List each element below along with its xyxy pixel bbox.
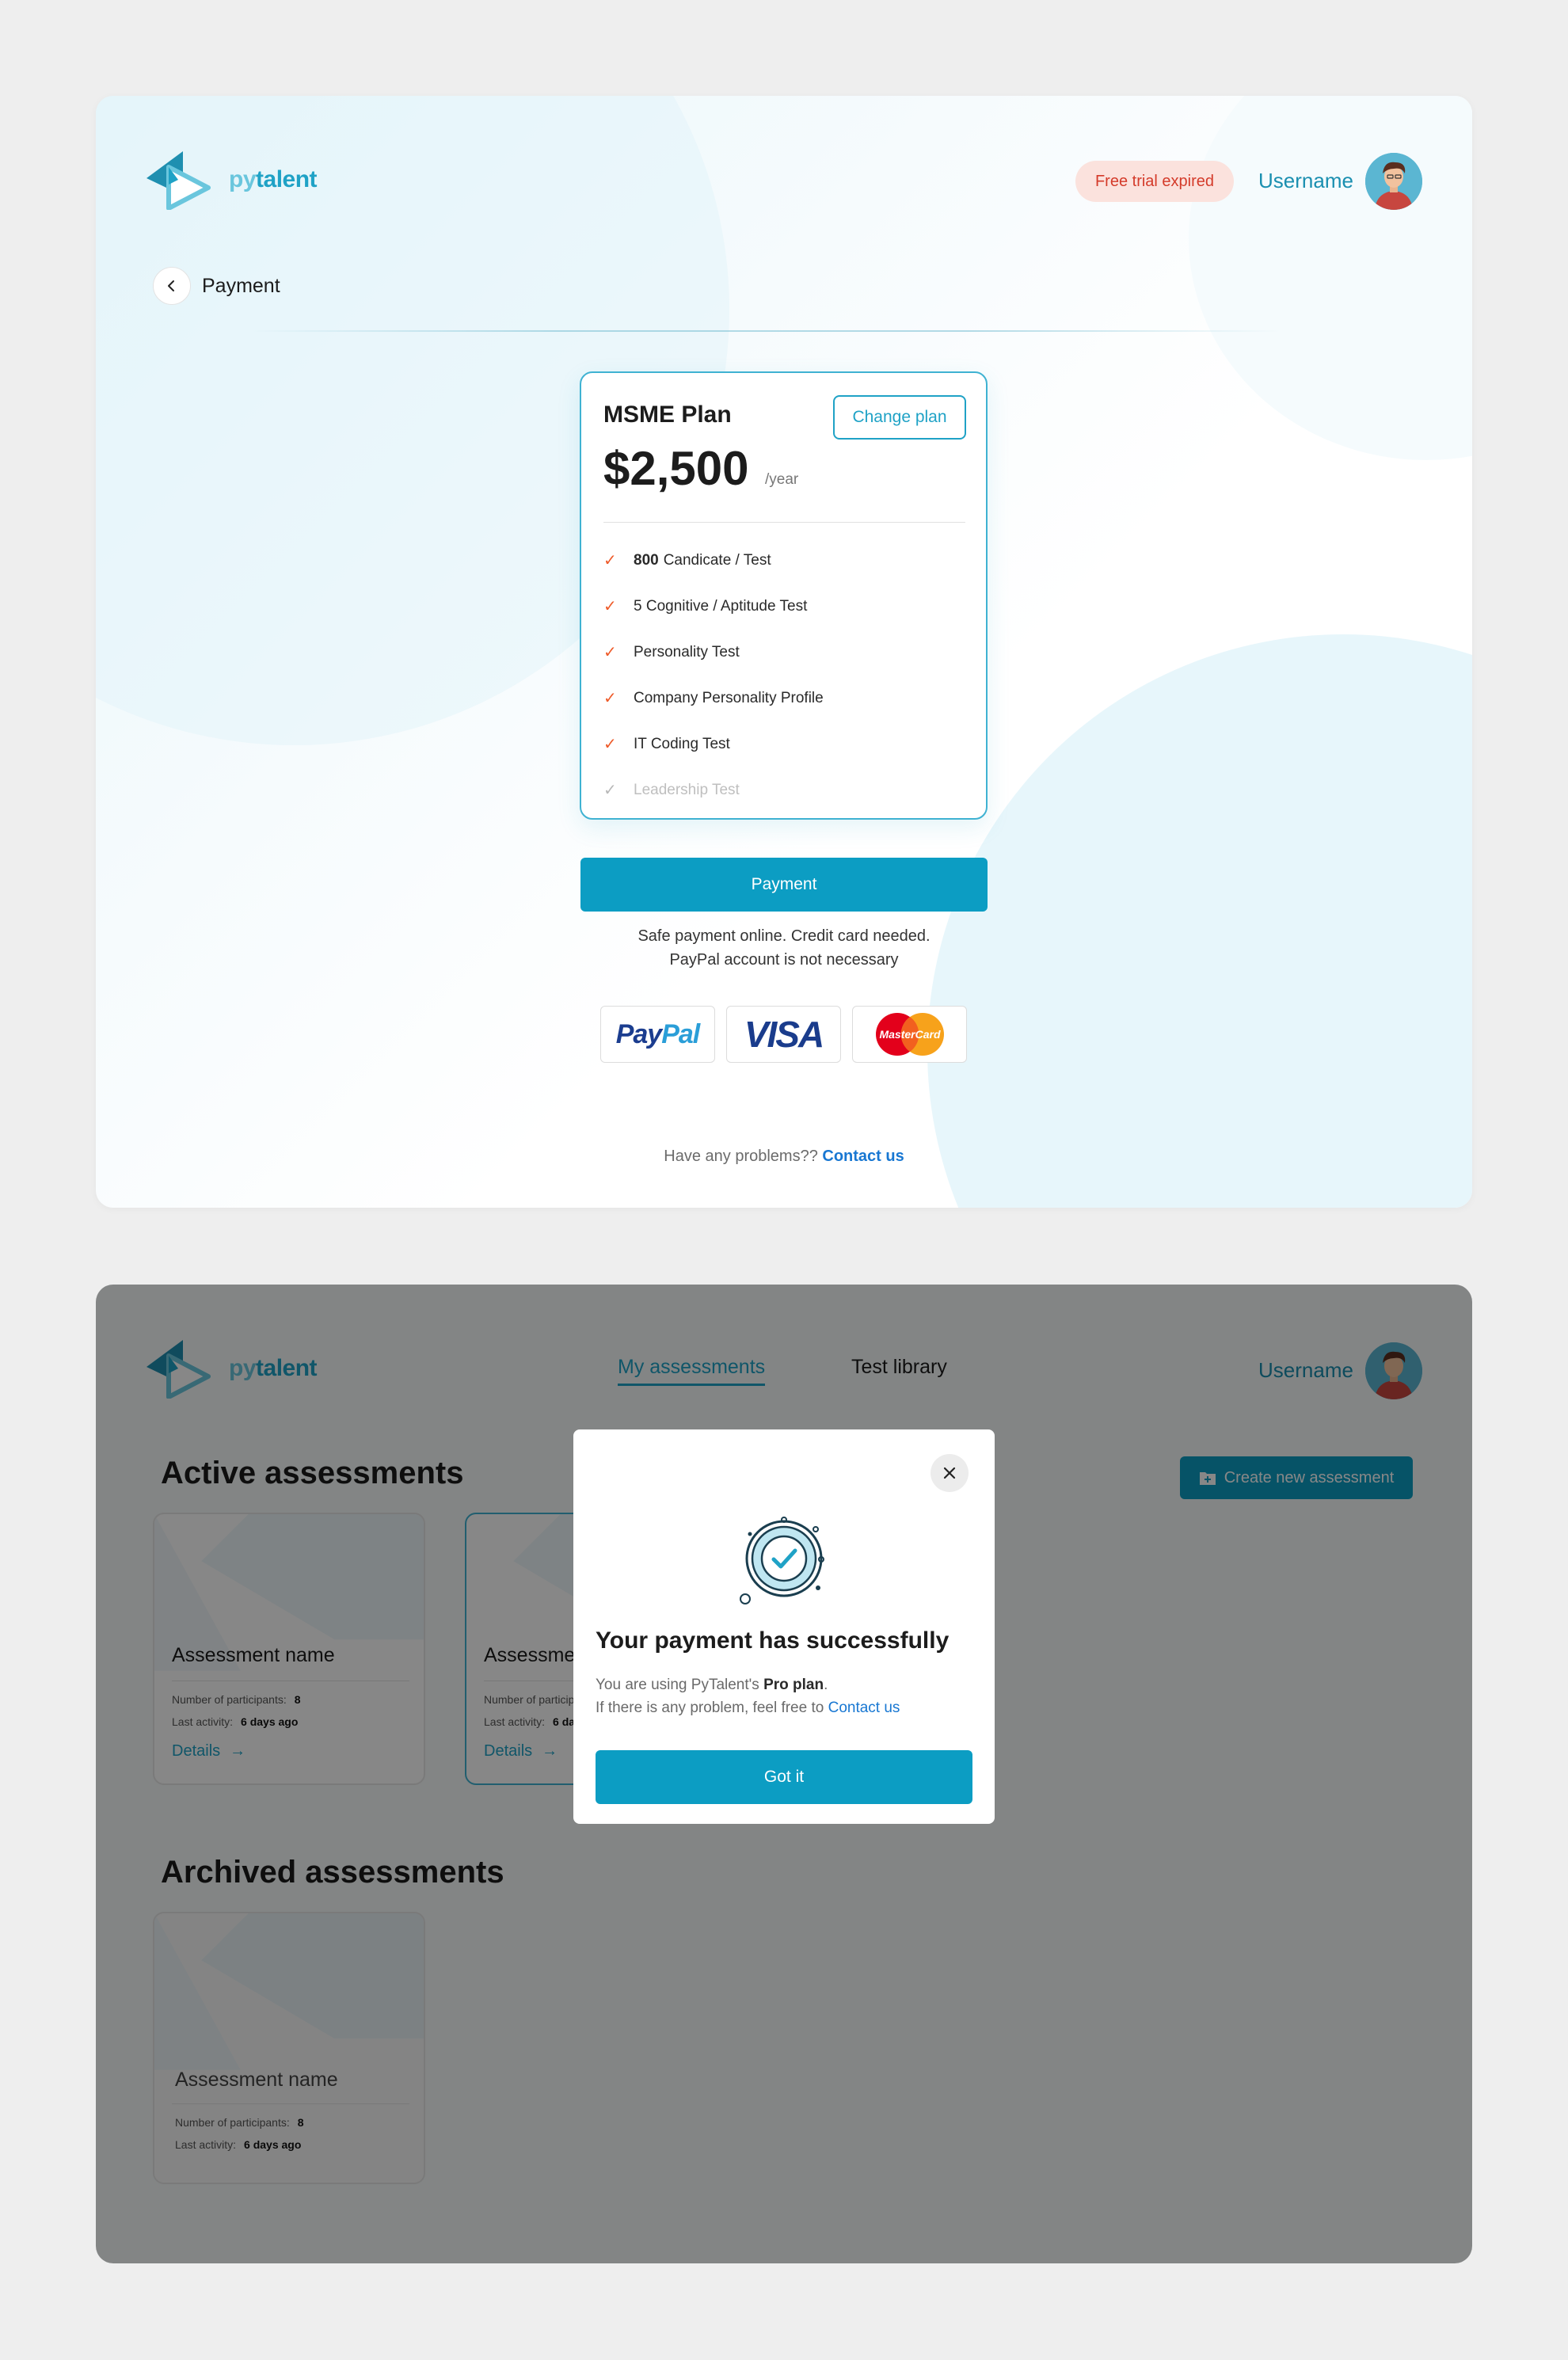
page-title: Payment bbox=[202, 275, 280, 297]
check-icon: ✓ bbox=[603, 644, 617, 661]
trial-status-badge: Free trial expired bbox=[1075, 161, 1234, 202]
avatar[interactable] bbox=[1365, 153, 1422, 210]
check-icon: ✓ bbox=[603, 598, 617, 615]
success-check-icon bbox=[740, 1517, 824, 1604]
modal-line: If there is any problem, feel free to Co… bbox=[596, 1700, 900, 1716]
help-text: Have any problems?? bbox=[664, 1148, 818, 1165]
header-divider bbox=[251, 330, 1281, 332]
visa-wordmark: VISA bbox=[744, 1014, 824, 1055]
safe-payment-note: Safe payment online. Credit card needed.… bbox=[580, 924, 988, 972]
safe-note-line: Safe payment online. Credit card needed. bbox=[637, 927, 931, 945]
modal-title: Your payment has successfully bbox=[596, 1627, 950, 1654]
check-icon: ✓ bbox=[603, 736, 617, 753]
modal-line: You are using PyTalent's Pro plan. bbox=[596, 1677, 828, 1693]
chevron-left-icon bbox=[168, 280, 174, 291]
contact-us-link[interactable]: Contact us bbox=[822, 1148, 904, 1165]
feature-item-disabled: ✓ Leadership Test bbox=[603, 782, 740, 799]
visa-logo: VISA bbox=[726, 1006, 841, 1063]
plan-name: MSME Plan bbox=[603, 402, 732, 428]
background-shape bbox=[927, 634, 1472, 1208]
check-icon: ✓ bbox=[603, 782, 617, 799]
got-it-button[interactable]: Got it bbox=[596, 1750, 972, 1804]
paypal-logo: PayPal bbox=[600, 1006, 715, 1063]
feature-item: ✓ 5 Cognitive / Aptitude Test bbox=[603, 598, 808, 615]
check-icon: ✓ bbox=[603, 690, 617, 707]
payment-success-modal: Your payment has successfully You are us… bbox=[573, 1429, 995, 1824]
logo-wordmark: pytalent bbox=[229, 166, 318, 192]
payment-screen: pytalent Free trial expired Username Pay… bbox=[96, 96, 1472, 1208]
close-icon bbox=[943, 1467, 956, 1479]
feature-item: ✓ Company Personality Profile bbox=[603, 690, 824, 707]
price-period: /year bbox=[765, 471, 799, 488]
plan-price: $2,500 bbox=[603, 442, 749, 495]
help-footer: Have any problems?? Contact us bbox=[96, 1148, 1472, 1166]
feature-list: ✓ 800 Candicate / Test ✓ 5 Cognitive / Apti… bbox=[603, 552, 824, 828]
safe-note-line: PayPal account is not necessary bbox=[669, 951, 899, 969]
check-icon: ✓ bbox=[603, 552, 617, 569]
mastercard-logo: MasterCard bbox=[852, 1006, 967, 1063]
back-button[interactable] bbox=[153, 267, 191, 305]
pytalent-logo[interactable]: pytalent bbox=[145, 150, 318, 210]
change-plan-button[interactable]: Change plan bbox=[833, 395, 966, 440]
card-divider bbox=[603, 522, 965, 523]
feature-item: ✓ IT Coding Test bbox=[603, 736, 730, 753]
user-avatar-icon bbox=[1365, 153, 1422, 210]
username-label[interactable]: Username bbox=[1258, 169, 1353, 193]
dashboard-screen: pytalent My assessments Test library Use… bbox=[96, 1285, 1472, 2263]
logo-mark-icon bbox=[147, 151, 211, 210]
feature-item: ✓ Personality Test bbox=[603, 644, 740, 661]
plan-card: MSME Plan Change plan $2,500 /year ✓ 800 C… bbox=[580, 371, 988, 820]
svg-text:MasterCard: MasterCard bbox=[879, 1028, 940, 1041]
payment-button[interactable]: Payment bbox=[580, 858, 988, 912]
paypal-wordmark: PayPal bbox=[615, 1018, 701, 1049]
modal-body: You are using PyTalent's Pro plan. If th… bbox=[596, 1673, 900, 1719]
background-shape bbox=[1189, 96, 1472, 460]
mastercard-icon: MasterCard bbox=[875, 1013, 944, 1056]
close-button[interactable] bbox=[931, 1454, 969, 1492]
contact-us-link[interactable]: Contact us bbox=[828, 1700, 900, 1716]
feature-item: ✓ 800 Candicate / Test bbox=[603, 552, 771, 569]
